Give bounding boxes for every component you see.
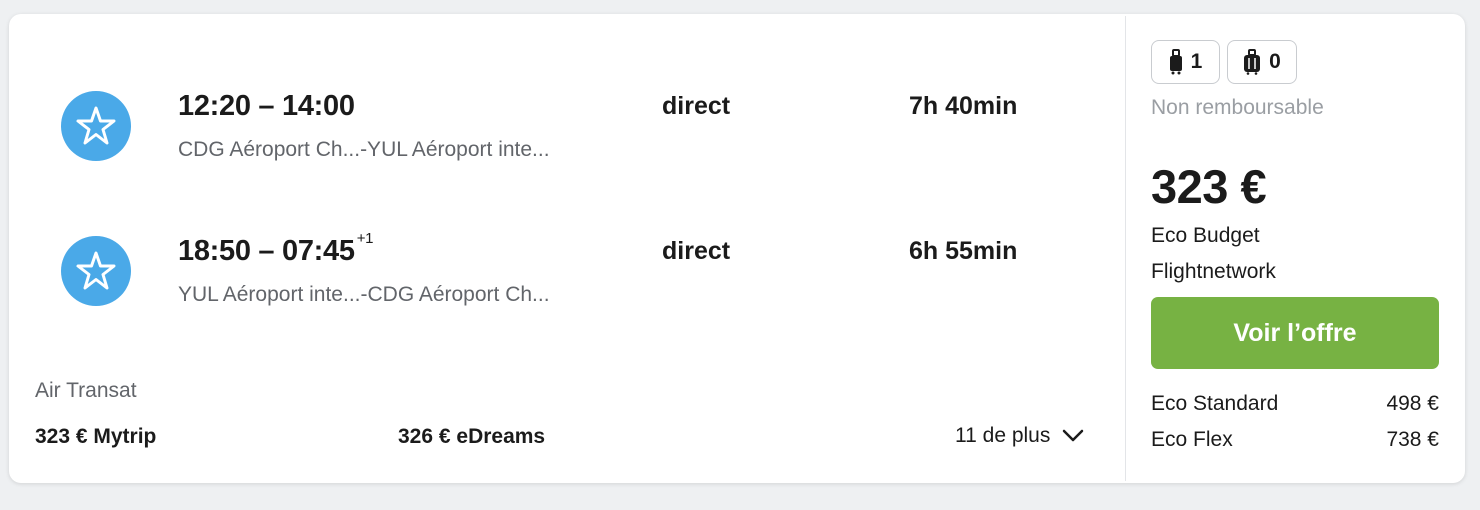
cabin-bag-badge: 1 xyxy=(1151,40,1220,84)
alternative-offer-edreams[interactable]: 326 € eDreams xyxy=(398,425,545,449)
flight-stops: direct xyxy=(662,92,731,120)
view-offer-button[interactable]: Voir l’offre xyxy=(1151,297,1439,369)
flight-route: CDG Aéroport Ch...-YUL Aéroport inte... xyxy=(178,138,550,161)
leg-return: 18:50 – 07:45 +1 YUL Aéroport inte...-CDG… xyxy=(9,229,1109,319)
more-offers-label: 11 de plus xyxy=(955,424,1051,447)
flight-stops: direct xyxy=(662,237,731,265)
alternative-offer-mytrip[interactable]: 323 € Mytrip xyxy=(35,425,156,449)
airline-name: Air Transat xyxy=(35,379,137,402)
checked-bag-badge: 0 xyxy=(1227,40,1297,84)
fare-option-price: 498 € xyxy=(1386,392,1439,415)
refund-policy: Non remboursable xyxy=(1151,96,1324,119)
flight-result-card[interactable]: 12:20 – 14:00 CDG Aéroport Ch...-YUL Aér… xyxy=(9,14,1465,483)
flight-duration: 7h 40min xyxy=(909,92,1018,120)
fare-option-name: Eco Standard xyxy=(1151,392,1279,415)
checked-bag-count: 0 xyxy=(1269,50,1281,73)
cabin-bag-count: 1 xyxy=(1190,50,1203,73)
fare-option-eco-flex[interactable]: Eco Flex 738 € xyxy=(1151,428,1439,452)
offer-provider: Flightnetwork xyxy=(1151,260,1276,283)
offer-price: 323 € xyxy=(1151,160,1267,213)
fare-name: Eco Budget xyxy=(1151,224,1260,247)
flight-times: 18:50 – 07:45 +1 xyxy=(178,230,374,267)
flight-times: 12:20 – 14:00 xyxy=(178,90,355,122)
air-transat-star-icon xyxy=(61,236,131,306)
leg-outbound: 12:20 – 14:00 CDG Aéroport Ch...-YUL Aér… xyxy=(9,84,1109,174)
fare-option-price: 738 € xyxy=(1386,428,1439,451)
day-offset: +1 xyxy=(356,230,374,248)
card-divider xyxy=(1125,16,1126,481)
chevron-down-icon xyxy=(1063,429,1084,442)
checked-bag-icon xyxy=(1244,49,1261,75)
more-offers-toggle[interactable]: 11 de plus xyxy=(955,424,1084,448)
cabin-bag-icon xyxy=(1169,49,1182,75)
flight-duration: 6h 55min xyxy=(909,237,1018,265)
air-transat-star-icon xyxy=(61,91,131,161)
flight-route: YUL Aéroport inte...-CDG Aéroport Ch... xyxy=(178,283,550,306)
fare-option-name: Eco Flex xyxy=(1151,428,1233,451)
fare-option-eco-standard[interactable]: Eco Standard 498 € xyxy=(1151,392,1439,416)
